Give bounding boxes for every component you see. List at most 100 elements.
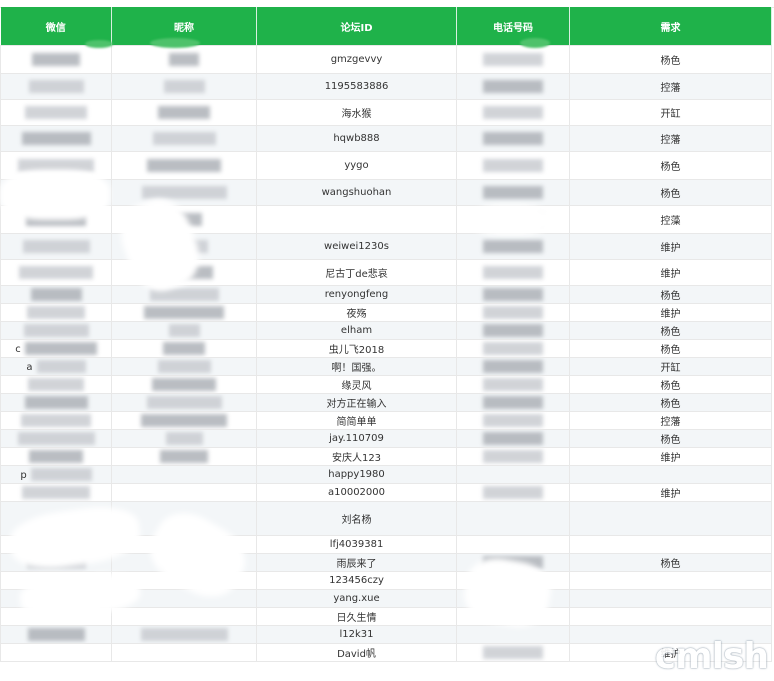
cell-phone[interactable] (456, 339, 570, 358)
cell-wechat[interactable] (0, 233, 112, 260)
cell-forum-id[interactable]: David帆 (256, 643, 457, 662)
cell-forum-id[interactable]: 尼古丁de悲哀 (256, 259, 457, 286)
cell-wechat[interactable]: p (0, 465, 112, 484)
cell-wechat[interactable] (0, 259, 112, 286)
cell-forum-id[interactable]: 安庆人123 (256, 447, 457, 466)
cell-forum-id[interactable]: happy1980 (256, 465, 457, 484)
cell-nickname[interactable] (111, 607, 257, 626)
cell-phone[interactable] (456, 73, 570, 100)
cell-demand[interactable] (569, 465, 772, 484)
cell-forum-id[interactable]: 日久生情 (256, 607, 457, 626)
cell-nickname[interactable] (111, 465, 257, 484)
cell-demand[interactable]: 杨色 (569, 339, 772, 358)
cell-phone[interactable] (456, 501, 570, 536)
cell-demand[interactable]: 控藩 (569, 411, 772, 430)
cell-demand[interactable]: 杨色 (569, 429, 772, 448)
column-header-phone[interactable]: 电话号码 (456, 7, 570, 46)
cell-phone[interactable] (456, 259, 570, 286)
cell-wechat[interactable] (0, 285, 112, 304)
cell-demand[interactable] (569, 535, 772, 554)
cell-phone[interactable] (456, 643, 570, 662)
cell-demand[interactable]: 杨色 (569, 179, 772, 206)
cell-demand[interactable]: 控藩 (569, 125, 772, 152)
cell-nickname[interactable] (111, 339, 257, 358)
cell-wechat[interactable] (0, 429, 112, 448)
cell-forum-id[interactable]: 对方正在输入 (256, 393, 457, 412)
cell-forum-id[interactable]: l12k31 (256, 625, 457, 644)
cell-demand[interactable] (569, 571, 772, 590)
cell-demand[interactable] (569, 607, 772, 626)
cell-wechat[interactable] (0, 321, 112, 340)
cell-phone[interactable] (456, 99, 570, 126)
cell-wechat[interactable] (0, 303, 112, 322)
cell-wechat[interactable] (0, 643, 112, 662)
cell-phone[interactable] (456, 465, 570, 484)
cell-phone[interactable] (456, 411, 570, 430)
column-header-forum-id[interactable]: 论坛ID (256, 7, 457, 46)
cell-nickname[interactable] (111, 429, 257, 448)
cell-forum-id[interactable] (256, 205, 457, 234)
cell-forum-id[interactable]: weiwei1230s (256, 233, 457, 260)
cell-forum-id[interactable]: 啊！国强。 (256, 357, 457, 376)
cell-nickname[interactable] (111, 179, 257, 206)
cell-demand[interactable]: 开缸 (569, 357, 772, 376)
cell-wechat[interactable]: a (0, 357, 112, 376)
cell-forum-id[interactable]: 刘名杨 (256, 501, 457, 536)
cell-nickname[interactable] (111, 45, 257, 74)
cell-forum-id[interactable]: 虫儿飞2018 (256, 339, 457, 358)
cell-forum-id[interactable]: 雨辰来了 (256, 553, 457, 572)
cell-phone[interactable] (456, 375, 570, 394)
cell-forum-id[interactable]: elham (256, 321, 457, 340)
cell-phone[interactable] (456, 151, 570, 180)
cell-nickname[interactable] (111, 73, 257, 100)
cell-demand[interactable]: 杨色 (569, 285, 772, 304)
cell-phone[interactable] (456, 393, 570, 412)
cell-demand[interactable]: 杨色 (569, 375, 772, 394)
cell-nickname[interactable] (111, 285, 257, 304)
cell-phone[interactable] (456, 447, 570, 466)
cell-forum-id[interactable]: 缘灵风 (256, 375, 457, 394)
cell-nickname[interactable] (111, 151, 257, 180)
cell-wechat[interactable] (0, 45, 112, 74)
cell-demand[interactable]: 杨色 (569, 393, 772, 412)
cell-forum-id[interactable]: renyongfeng (256, 285, 457, 304)
cell-nickname[interactable] (111, 357, 257, 376)
cell-demand[interactable] (569, 589, 772, 608)
cell-wechat[interactable] (0, 99, 112, 126)
cell-demand[interactable]: 维护 (569, 447, 772, 466)
cell-wechat[interactable] (0, 625, 112, 644)
cell-wechat[interactable] (0, 375, 112, 394)
cell-forum-id[interactable]: 海水猴 (256, 99, 457, 126)
cell-demand[interactable]: 杨色 (569, 553, 772, 572)
cell-forum-id[interactable]: wangshuohan (256, 179, 457, 206)
cell-phone[interactable] (456, 125, 570, 152)
cell-nickname[interactable] (111, 125, 257, 152)
cell-forum-id[interactable]: lfj4039381 (256, 535, 457, 554)
cell-forum-id[interactable]: 123456czy (256, 571, 457, 590)
cell-demand[interactable]: 维护 (569, 303, 772, 322)
cell-wechat[interactable] (0, 393, 112, 412)
cell-demand[interactable]: 控藩 (569, 73, 772, 100)
cell-nickname[interactable] (111, 99, 257, 126)
cell-nickname[interactable] (111, 411, 257, 430)
cell-wechat[interactable]: c (0, 339, 112, 358)
cell-wechat[interactable] (0, 411, 112, 430)
cell-forum-id[interactable]: a10002000 (256, 483, 457, 502)
cell-wechat[interactable] (0, 73, 112, 100)
cell-wechat[interactable] (0, 125, 112, 152)
cell-nickname[interactable] (111, 447, 257, 466)
cell-phone[interactable] (456, 233, 570, 260)
cell-nickname[interactable] (111, 643, 257, 662)
cell-phone[interactable] (456, 45, 570, 74)
cell-phone[interactable] (456, 285, 570, 304)
cell-demand[interactable]: 杨色 (569, 321, 772, 340)
cell-demand[interactable] (569, 501, 772, 536)
cell-nickname[interactable] (111, 321, 257, 340)
cell-phone[interactable] (456, 303, 570, 322)
cell-phone[interactable] (456, 357, 570, 376)
cell-demand[interactable]: 维护 (569, 483, 772, 502)
cell-forum-id[interactable]: 1195583886 (256, 73, 457, 100)
cell-demand[interactable]: 控藻 (569, 205, 772, 234)
cell-nickname[interactable] (111, 393, 257, 412)
cell-phone[interactable] (456, 535, 570, 554)
